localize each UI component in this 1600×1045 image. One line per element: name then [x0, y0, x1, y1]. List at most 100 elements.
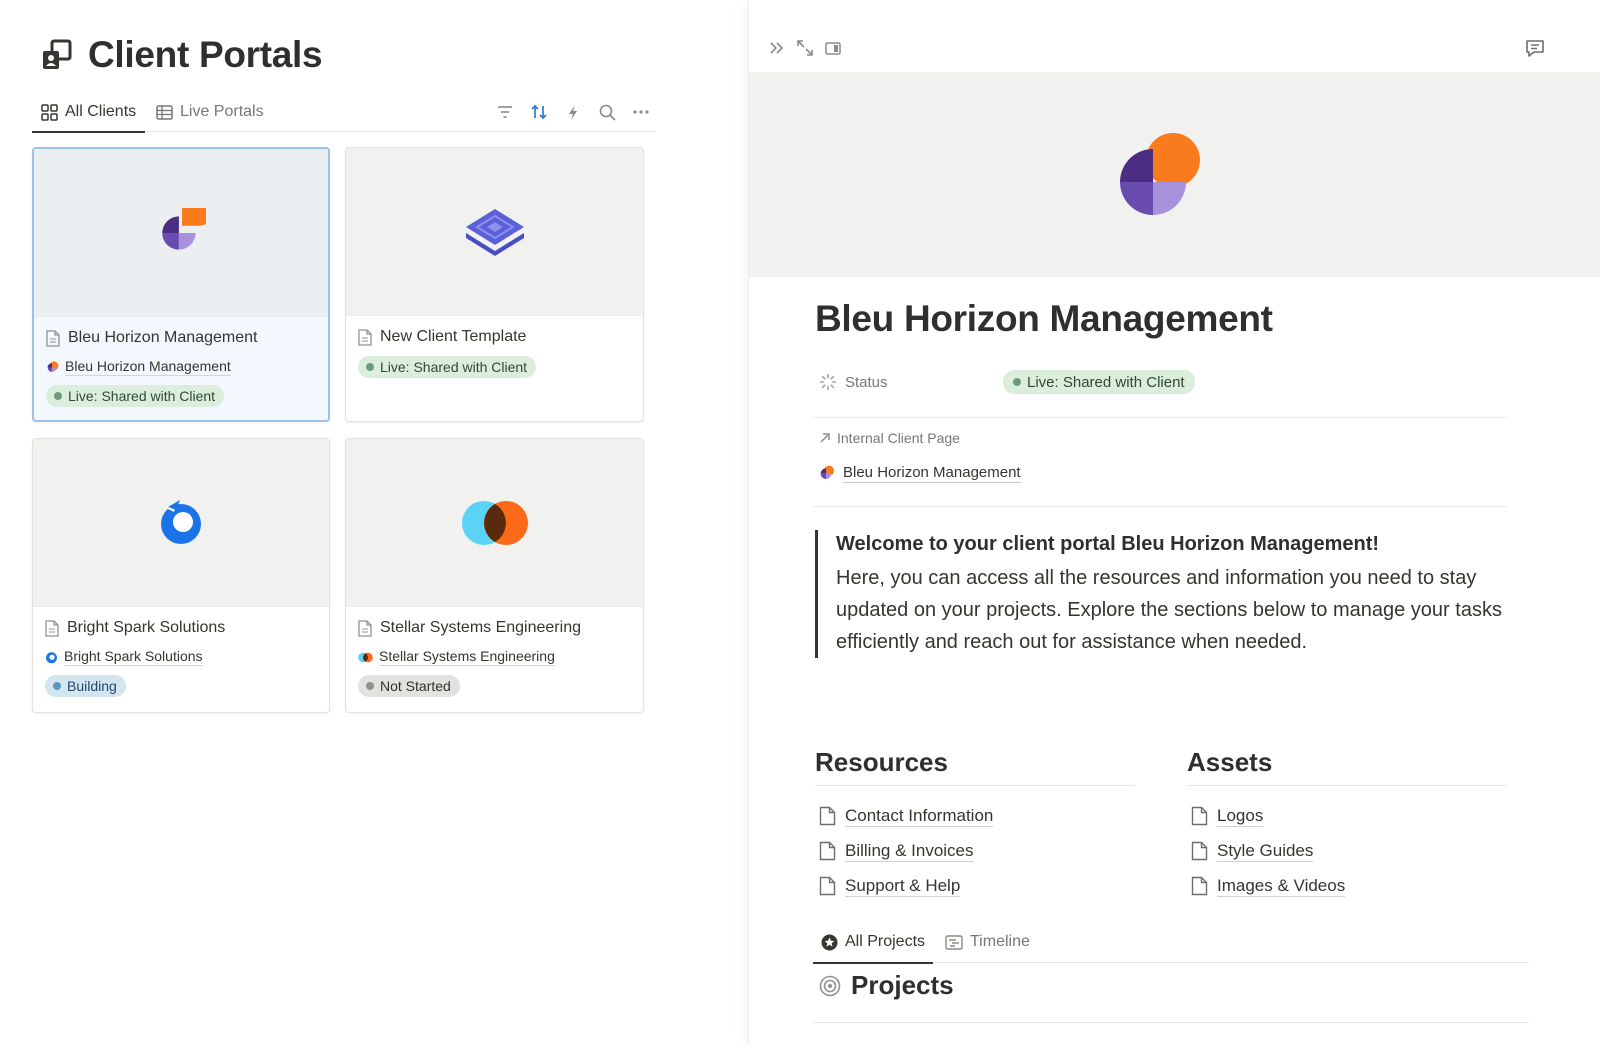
card-cover [346, 148, 643, 316]
client-portal-icon[interactable] [40, 38, 74, 72]
database-header: Client Portals [40, 34, 323, 76]
card-name: Bright Spark Solutions [67, 619, 226, 636]
resources-heading: Resources [815, 740, 1135, 786]
card-name: Bleu Horizon Management [68, 329, 258, 346]
relation-link[interactable]: Bleu Horizon Management [819, 463, 1021, 483]
status-dot [366, 682, 374, 690]
database-title[interactable]: Client Portals [88, 34, 323, 76]
status-text: Not Started [380, 678, 451, 694]
card-relation[interactable]: Bleu Horizon Management [46, 357, 316, 377]
page-peek: Bleu Horizon Management Status Live: Sha… [748, 0, 1600, 1045]
status-property: Status Live: Shared with Client [815, 368, 1505, 396]
expand-icon[interactable] [795, 38, 815, 58]
bright-spark-logo [46, 651, 57, 663]
star-icon [821, 934, 838, 950]
page-icon [358, 619, 372, 637]
page-cover[interactable] [749, 72, 1600, 277]
arrow-up-right-icon [820, 433, 830, 443]
resource-link[interactable]: Billing & Invoices [815, 833, 1135, 868]
link-label: Style Guides [1217, 840, 1314, 862]
bleu-horizon-logo[interactable] [1113, 130, 1209, 226]
property-label: Internal Client Page [837, 430, 960, 446]
automation-icon[interactable] [563, 102, 583, 122]
filter-icon[interactable] [495, 102, 515, 122]
status-badge: Live: Shared with Client [358, 356, 537, 378]
status-icon [819, 373, 837, 391]
asset-link[interactable]: Style Guides [1187, 833, 1507, 868]
view-tabs: All Clients Live Portals [32, 92, 655, 133]
table-icon [156, 104, 173, 120]
status-select[interactable]: Live: Shared with Client [1003, 370, 1195, 394]
resource-link[interactable]: Contact Information [815, 798, 1135, 833]
relation-label: Bleu Horizon Management [65, 358, 231, 376]
page-icon [1191, 806, 1208, 825]
client-card[interactable]: Bright Spark Solutions Bright Spark Solu… [32, 438, 330, 713]
card-name: Stellar Systems Engineering [380, 619, 581, 636]
relation-label: Bright Spark Solutions [64, 648, 203, 666]
layers-logo [465, 208, 524, 256]
card-relation[interactable]: Stellar Systems Engineering [358, 647, 631, 667]
status-dot [366, 363, 374, 371]
card-title[interactable]: Bleu Horizon Management [46, 327, 316, 349]
tab-label: Live Portals [180, 103, 264, 120]
card-cover [33, 439, 329, 607]
peek-mode-icon[interactable] [823, 38, 843, 58]
relation-label: Stellar Systems Engineering [379, 648, 555, 666]
tab-live-portals[interactable]: Live Portals [147, 92, 273, 132]
bleu-horizon-logo [47, 361, 59, 372]
comment-icon[interactable] [1525, 38, 1545, 58]
timeline-icon [945, 934, 963, 950]
close-peek-icon[interactable] [767, 38, 787, 58]
resources-list: Contact Information Billing & Invoices S… [815, 798, 1135, 903]
link-label: Logos [1217, 805, 1264, 827]
link-label: Billing & Invoices [845, 840, 974, 862]
client-card[interactable]: Bleu Horizon Management Bleu Horizon Man… [32, 147, 330, 422]
bright-spark-logo [161, 499, 201, 544]
bleu-horizon-logo [162, 207, 206, 250]
tab-timeline[interactable]: Timeline [937, 921, 1038, 963]
more-icon[interactable] [631, 102, 651, 122]
asset-link[interactable]: Logos [1187, 798, 1507, 833]
divider [813, 417, 1507, 418]
sort-icon[interactable] [529, 102, 549, 122]
assets-column: Assets Logos Style Guides Images & Video… [1187, 740, 1507, 903]
status-badge: Not Started [358, 675, 460, 697]
card-title[interactable]: New Client Template [358, 326, 631, 348]
status-text: Building [67, 678, 117, 694]
page-icon [46, 329, 60, 347]
database-toolbar [495, 92, 651, 132]
projects-heading[interactable]: Projects [819, 970, 954, 1001]
target-icon [819, 975, 841, 996]
quote-title: Welcome to your client portal Bleu Horiz… [836, 533, 1380, 555]
card-title[interactable]: Bright Spark Solutions [45, 617, 317, 639]
gallery-icon [41, 103, 58, 121]
card-name: New Client Template [380, 328, 527, 345]
projects-title: Projects [851, 970, 954, 1000]
status-text: Live: Shared with Client [380, 359, 528, 375]
search-icon[interactable] [597, 102, 617, 122]
page-icon [45, 619, 59, 637]
status-text: Live: Shared with Client [68, 388, 216, 404]
resource-link[interactable]: Support & Help [815, 868, 1135, 903]
relation-property-label: Internal Client Page [819, 430, 960, 446]
page-title[interactable]: Bleu Horizon Management [815, 298, 1273, 340]
resources-column: Resources Contact Information Billing & … [815, 740, 1135, 903]
card-title[interactable]: Stellar Systems Engineering [358, 617, 631, 639]
bleu-horizon-logo [820, 465, 834, 479]
tab-all-clients[interactable]: All Clients [32, 92, 146, 133]
client-card[interactable]: Stellar Systems Engineering Stellar Syst… [345, 438, 644, 713]
tab-label: All Projects [845, 933, 926, 950]
relation-label: Bleu Horizon Management [843, 464, 1021, 483]
card-cover [346, 439, 643, 607]
client-card[interactable]: New Client Template Live: Shared with Cl… [345, 147, 644, 422]
status-dot [53, 682, 61, 690]
quote-body: Here, you can access all the resources a… [836, 567, 1502, 653]
status-dot [1013, 378, 1021, 386]
card-relation[interactable]: Bright Spark Solutions [45, 647, 317, 667]
projects-view-tabs: All Projects Timeline [813, 921, 1529, 964]
link-label: Contact Information [845, 805, 994, 827]
assets-heading: Assets [1187, 740, 1507, 786]
welcome-quote: Welcome to your client portal Bleu Horiz… [815, 530, 1505, 658]
tab-all-projects[interactable]: All Projects [813, 921, 934, 964]
asset-link[interactable]: Images & Videos [1187, 868, 1507, 903]
